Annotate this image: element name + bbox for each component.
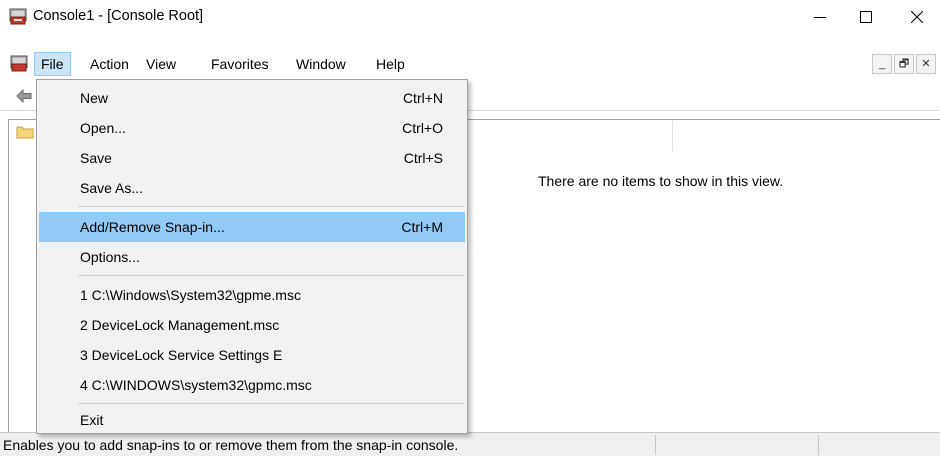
menu-item-recent-3[interactable]: 3 DeviceLock Service Settings E [39,340,465,370]
menu-item-shortcut: Ctrl+N [402,90,443,106]
menu-window[interactable]: Window [290,52,352,76]
menu-favorites[interactable]: Favorites [205,52,275,76]
menu-separator [78,206,464,207]
status-divider [655,435,656,455]
menu-item-save[interactable]: Save Ctrl+S [39,143,465,173]
menu-item-label: 2 DeviceLock Management.msc [80,317,280,333]
status-bar: Enables you to add snap-ins to or remove… [0,432,940,456]
status-divider [818,435,819,455]
menu-item-label: Add/Remove Snap-in... [80,219,225,235]
minimize-button[interactable] [797,0,843,33]
menu-item-options[interactable]: Options... [39,242,465,272]
menu-item-shortcut: Ctrl+M [401,219,443,235]
maximize-button[interactable] [843,0,889,33]
menu-item-recent-1[interactable]: 1 C:\Windows\System32\gpme.msc [39,280,465,310]
menu-item-shortcut: Ctrl+O [402,120,443,136]
menu-file[interactable]: File [34,52,71,76]
menu-item-label: Open... [80,120,126,136]
menu-help[interactable]: Help [370,52,411,76]
menu-separator [78,403,464,404]
window-title: Console1 - [Console Root] [33,8,204,24]
menu-item-label: Exit [80,412,104,428]
menu-action[interactable]: Action [84,52,135,76]
menu-item-label: Save As... [80,180,144,196]
mdi-controls: _ 🗗 ✕ [872,54,938,74]
mdi-restore-button[interactable]: 🗗 [894,54,914,74]
column-header-divider [672,121,673,151]
menu-item-recent-4[interactable]: 4 C:\WINDOWS\system32\gpmc.msc [39,370,465,400]
empty-view-message: There are no items to show in this view. [538,173,784,189]
menu-item-add-remove-snap-in[interactable]: Add/Remove Snap-in... Ctrl+M [39,212,465,242]
mdi-close-button[interactable]: ✕ [916,54,936,74]
menu-item-label: Save [80,150,112,166]
menu-item-shortcut: Ctrl+S [403,150,443,166]
file-menu-dropdown: New Ctrl+N Open... Ctrl+O Save Ctrl+S Sa… [36,79,468,434]
title-bar: Console1 - [Console Root] [0,0,940,33]
menu-item-label: 3 DeviceLock Service Settings E [80,347,283,363]
menu-item-save-as[interactable]: Save As... [39,173,465,203]
menu-item-label: 4 C:\WINDOWS\system32\gpmc.msc [80,377,312,393]
close-button[interactable] [894,0,940,33]
status-text: Enables you to add snap-ins to or remove… [3,437,459,453]
menu-item-open[interactable]: Open... Ctrl+O [39,113,465,143]
menu-item-label: New [80,90,109,106]
menu-item-recent-2[interactable]: 2 DeviceLock Management.msc [39,310,465,340]
menu-view[interactable]: View [140,52,182,76]
menu-bar: File Action View Favorites Window Help _… [0,52,940,76]
console-system-menu-icon[interactable] [10,55,28,72]
mdi-minimize-button[interactable]: _ [872,54,892,74]
mmc-console-icon[interactable] [9,8,27,25]
menu-item-label: 1 C:\Windows\System32\gpme.msc [80,287,301,303]
menu-item-new[interactable]: New Ctrl+N [39,83,465,113]
folder-icon[interactable] [16,125,34,142]
menu-item-label: Options... [80,249,140,265]
menu-separator [78,275,464,276]
back-arrow-icon[interactable] [16,88,32,106]
menu-item-exit[interactable]: Exit [39,405,465,435]
